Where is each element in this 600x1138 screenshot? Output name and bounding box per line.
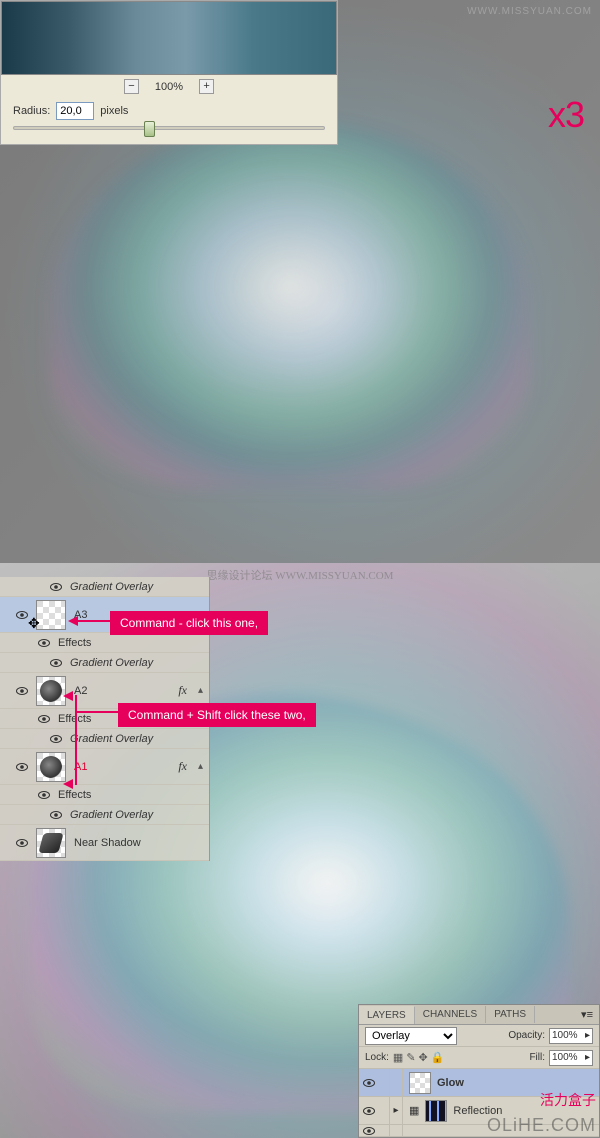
visibility-eye-icon[interactable] xyxy=(16,609,28,621)
visibility-eye-icon[interactable] xyxy=(38,789,50,801)
dropdown-icon: ▸ xyxy=(585,1052,590,1063)
visibility-eye-icon[interactable] xyxy=(363,1105,375,1117)
layer-thumb xyxy=(36,752,66,782)
effects-label: Effects xyxy=(58,637,91,649)
blur-preview xyxy=(1,1,337,75)
visibility-eye-icon[interactable] xyxy=(363,1077,375,1089)
smart-object-icon: ▦ xyxy=(409,1104,419,1117)
watermark-top: WWW.MISSYUAN.COM xyxy=(467,6,592,17)
layer-thumb xyxy=(36,600,66,630)
fill-label: Fill: xyxy=(529,1052,545,1063)
lock-move-icon[interactable]: ✥ xyxy=(419,1051,428,1064)
fill-input[interactable]: 100%▸ xyxy=(549,1050,593,1066)
visibility-eye-icon[interactable] xyxy=(50,809,62,821)
arrow-line xyxy=(78,620,112,622)
blend-mode-select[interactable]: Overlay xyxy=(365,1027,457,1045)
lock-brush-icon[interactable]: ✎ xyxy=(406,1051,415,1064)
opacity-label: Opacity: xyxy=(508,1030,545,1041)
link-column[interactable] xyxy=(389,1125,403,1136)
link-column[interactable]: ▸ xyxy=(389,1097,403,1124)
fx-badge: fx xyxy=(178,759,187,774)
visibility-eye-icon[interactable] xyxy=(50,733,62,745)
layer-a1[interactable]: A1 fx ▴ xyxy=(0,749,209,785)
zoom-percent: 100% xyxy=(155,81,183,93)
arrow-line xyxy=(75,711,120,713)
arrow-icon xyxy=(63,691,73,701)
cursor-icon: ✥ xyxy=(28,615,40,632)
layer-name-near-shadow: Near Shadow xyxy=(74,837,141,849)
layer-thumb xyxy=(36,828,66,858)
effects-label: Effects xyxy=(58,789,91,801)
gaussian-blur-dialog: − 100% + Radius: pixels xyxy=(0,0,338,145)
zoom-in-button[interactable]: + xyxy=(199,79,214,94)
effect-gradient-overlay: Gradient Overlay xyxy=(70,733,153,745)
watermark-red: 活力盒子 xyxy=(540,1090,596,1110)
zoom-out-button[interactable]: − xyxy=(124,79,139,94)
effect-gradient-overlay: Gradient Overlay xyxy=(70,809,153,821)
layer-thumb xyxy=(425,1100,447,1122)
watermark-gray: OLiHE.COM xyxy=(487,1115,596,1136)
opacity-input[interactable]: 100%▸ xyxy=(549,1028,593,1044)
panel-tabs: LAYERS CHANNELS PATHS ▾≡ xyxy=(359,1005,599,1025)
layer-thumb xyxy=(409,1072,431,1094)
dropdown-icon: ▸ xyxy=(585,1030,590,1041)
fx-badge: fx xyxy=(178,683,187,698)
tab-channels[interactable]: CHANNELS xyxy=(415,1006,486,1023)
radius-label: Radius: xyxy=(13,105,50,117)
tutorial-step-bottom: 思缘设计论坛 WWW.MISSYUAN.COM Gradient Overlay… xyxy=(0,563,600,1138)
tutorial-step-top: WWW.MISSYUAN.COM − 100% + Radius: pixels… xyxy=(0,0,600,563)
repeat-x3-label: x3 xyxy=(548,94,584,136)
lock-icons[interactable]: ▦✎ ✥🔒 xyxy=(393,1051,445,1064)
visibility-eye-icon[interactable] xyxy=(38,713,50,725)
link-column[interactable] xyxy=(389,1069,403,1096)
arrow-icon xyxy=(63,779,73,789)
rendered-3d-shape xyxy=(50,122,530,488)
collapse-chevron-icon[interactable]: ▴ xyxy=(198,685,203,696)
layer-name-glow: Glow xyxy=(437,1077,464,1089)
tab-layers[interactable]: LAYERS xyxy=(359,1006,415,1024)
radius-slider[interactable] xyxy=(13,126,325,130)
visibility-eye-icon[interactable] xyxy=(38,637,50,649)
collapse-chevron-icon[interactable]: ▴ xyxy=(198,761,203,772)
zoom-controls: − 100% + xyxy=(1,79,337,94)
visibility-eye-icon[interactable] xyxy=(16,837,28,849)
lock-all-icon[interactable]: 🔒 xyxy=(431,1051,445,1064)
lock-label: Lock: xyxy=(365,1052,389,1063)
radius-input[interactable] xyxy=(56,102,94,120)
lock-transparency-icon[interactable]: ▦ xyxy=(393,1051,403,1064)
layer-thumb xyxy=(36,676,66,706)
visibility-eye-icon[interactable] xyxy=(16,685,28,697)
visibility-eye-icon[interactable] xyxy=(50,657,62,669)
visibility-eye-icon[interactable] xyxy=(16,761,28,773)
effect-gradient-overlay: Gradient Overlay xyxy=(70,581,153,593)
arrow-line xyxy=(75,695,77,785)
callout-command-click: Command - click this one, xyxy=(110,611,268,635)
callout-command-shift-click: Command + Shift click these two, xyxy=(118,703,316,727)
visibility-eye-icon[interactable] xyxy=(363,1125,375,1137)
panel-menu-icon[interactable]: ▾≡ xyxy=(575,1008,599,1021)
tab-paths[interactable]: PATHS xyxy=(486,1006,535,1023)
visibility-eye-icon[interactable] xyxy=(50,581,62,593)
slider-thumb[interactable] xyxy=(144,121,155,137)
layer-near-shadow[interactable]: Near Shadow xyxy=(0,825,209,861)
effect-gradient-overlay: Gradient Overlay xyxy=(70,657,153,669)
arrow-icon xyxy=(68,616,78,626)
radius-unit: pixels xyxy=(100,105,128,117)
